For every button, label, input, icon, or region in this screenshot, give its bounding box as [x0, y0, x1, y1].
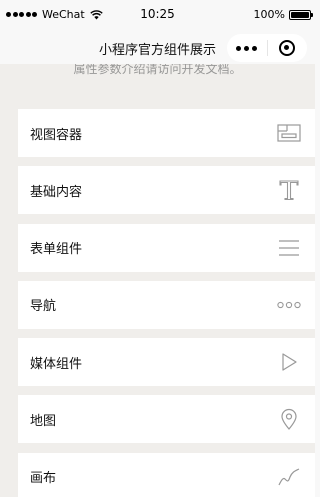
- play-triangle-icon: [277, 350, 301, 374]
- view-container-icon: [277, 121, 301, 145]
- menu-item-basic-content[interactable]: 基础内容: [18, 166, 315, 215]
- capsule-menu: [227, 34, 307, 62]
- menu-item-label: 媒体组件: [30, 356, 83, 372]
- text-t-icon: [277, 178, 301, 202]
- component-menu: 视图容器 基础内容 表单组件 导航 媒体组件 地图 画布: [18, 109, 315, 497]
- status-bar: WeChat 10:25 100%: [0, 0, 315, 30]
- status-right: 100%: [253, 8, 313, 21]
- menu-item-label: 表单组件: [30, 242, 83, 258]
- menu-item-canvas[interactable]: 画布: [18, 452, 315, 497]
- menu-item-label: 地图: [30, 413, 57, 429]
- menu-item-label: 基础内容: [30, 184, 83, 200]
- canvas-curve-icon: [277, 465, 301, 489]
- menu-item-label: 画布: [30, 471, 57, 487]
- close-miniprogram-icon[interactable]: [267, 40, 307, 56]
- menu-item-map[interactable]: 地图: [18, 395, 315, 444]
- map-pin-icon: [277, 407, 301, 431]
- content-scroll-area[interactable]: 属性参数介绍请访问开发文档。 视图容器 基础内容 表单组件 导航 媒体组件 地图…: [0, 64, 315, 497]
- menu-item-view-container[interactable]: 视图容器: [18, 109, 315, 157]
- form-lines-icon: [277, 236, 301, 260]
- menu-item-form-components[interactable]: 表单组件: [18, 223, 315, 272]
- menu-item-media-components[interactable]: 媒体组件: [18, 338, 315, 387]
- menu-item-label: 导航: [30, 299, 57, 315]
- battery-icon: [289, 9, 313, 20]
- intro-text: 属性参数介绍请访问开发文档。: [73, 64, 242, 76]
- more-options-icon[interactable]: [227, 45, 267, 51]
- menu-item-navigation[interactable]: 导航: [18, 280, 315, 329]
- navigation-dots-icon: [277, 293, 301, 317]
- navigation-bar: 小程序官方组件展示: [0, 30, 315, 64]
- battery-percent: 100%: [253, 8, 285, 21]
- menu-item-label: 视图容器: [30, 127, 83, 143]
